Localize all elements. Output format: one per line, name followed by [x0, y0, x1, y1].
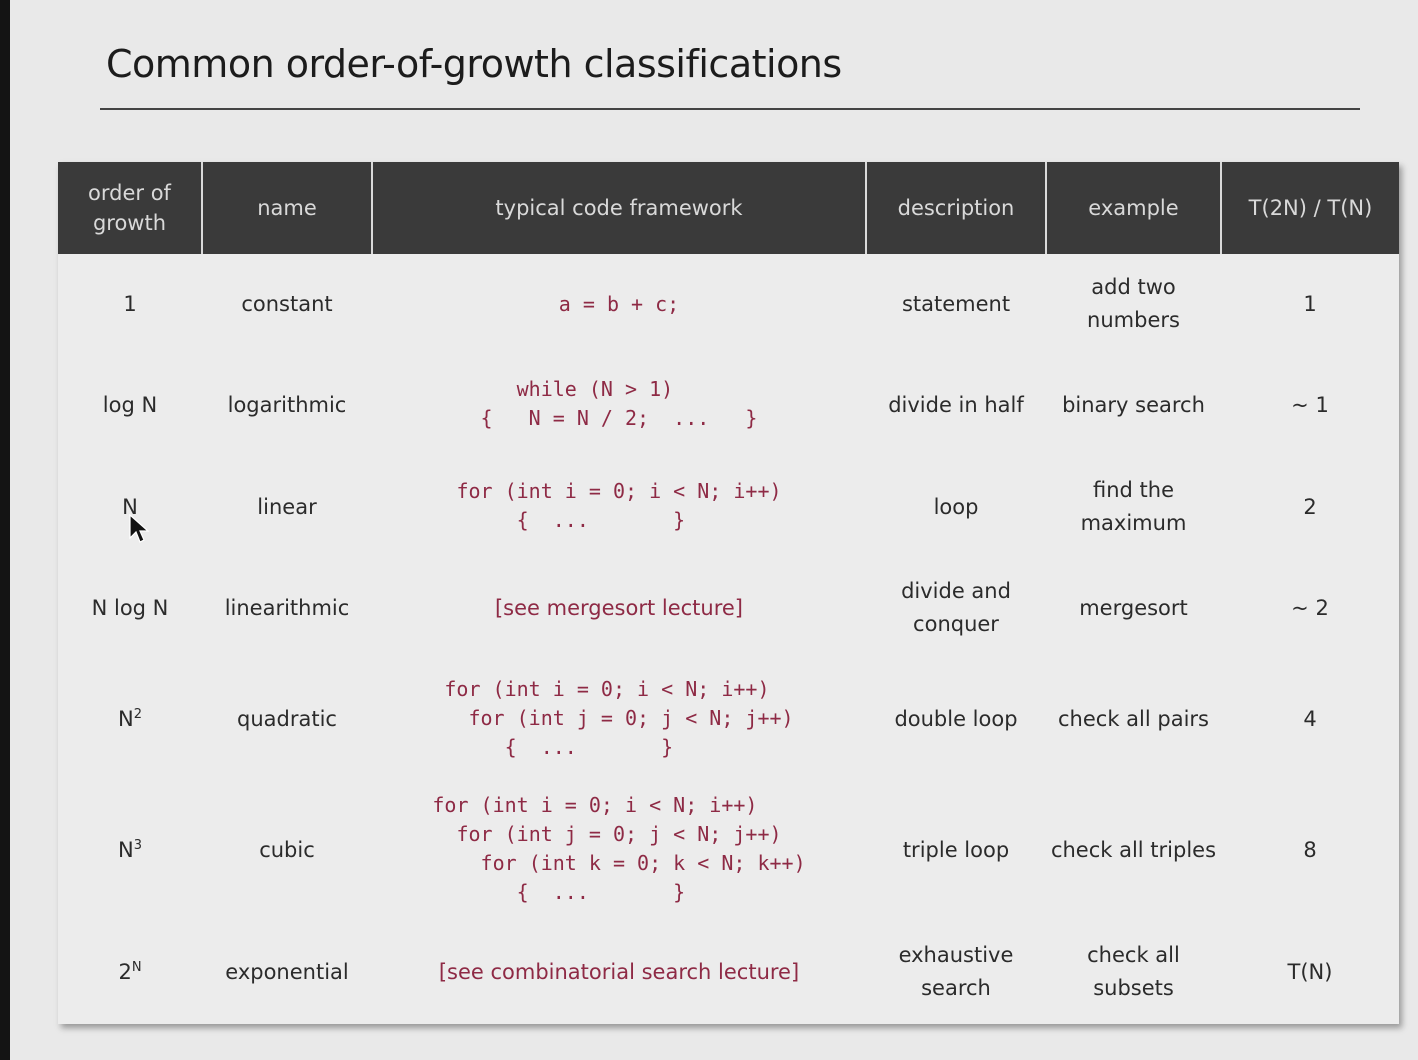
cell-code-framework: while (N > 1) { N = N / 2; ... }	[372, 354, 866, 456]
cell-ratio: 8	[1303, 837, 1317, 862]
cell-name: logarithmic	[227, 392, 347, 417]
cell-ratio: ~ 2	[1291, 595, 1329, 620]
lecture-reference: [see combinatorial search lecture]	[438, 959, 800, 984]
cell-order-of-growth: log N	[58, 354, 202, 456]
cell-example: check all subsets	[1087, 943, 1180, 1000]
order-base: 2	[118, 959, 132, 984]
table-row: 1 constant a = b + c; statement add two numb…	[58, 254, 1399, 354]
cell-code-framework: a = b + c;	[372, 254, 866, 354]
growth-table-container: order of growth name typical code framew…	[58, 162, 1399, 1024]
table-body: 1 constant a = b + c; statement add two numb…	[58, 254, 1399, 1024]
code-snippet: for (int i = 0; i < N; i++) for (int j =…	[444, 676, 794, 759]
cell-example: add two numbers	[1087, 275, 1180, 332]
code-snippet: while (N > 1) { N = N / 2; ... }	[480, 377, 758, 430]
cell-name: exponential	[225, 959, 349, 984]
cell-code-framework: for (int i = 0; i < N; i++) { ... }	[372, 456, 866, 558]
order-base: log N	[102, 392, 158, 417]
cell-example: check all triples	[1050, 837, 1217, 862]
cell-order-of-growth: N2	[58, 658, 202, 780]
lecture-reference: [see mergesort lecture]	[494, 595, 743, 620]
header-name: name	[202, 162, 373, 254]
code-snippet: for (int i = 0; i < N; i++) for (int j =…	[432, 793, 806, 904]
table-row: 2N exponential [see combinatorial search l…	[58, 920, 1399, 1024]
cell-order-of-growth: 1	[58, 254, 202, 354]
cell-name: linearithmic	[224, 595, 350, 620]
growth-table: order of growth name typical code framew…	[58, 162, 1399, 1024]
code-snippet: for (int i = 0; i < N; i++) { ... }	[456, 479, 782, 532]
order-base: 1	[123, 291, 137, 316]
cell-name: constant	[241, 291, 333, 316]
cell-description: loop	[933, 494, 979, 519]
cell-ratio: 2	[1303, 494, 1317, 519]
cell-example: check all pairs	[1058, 706, 1209, 731]
order-base: N log N	[91, 595, 169, 620]
header-code-framework: typical code framework	[372, 162, 867, 254]
cell-code-framework: [see combinatorial search lecture]	[372, 920, 866, 1024]
mouse-pointer-icon	[129, 514, 150, 543]
slide-title: Common order-of-growth classifications	[106, 42, 842, 86]
code-snippet: a = b + c;	[558, 291, 680, 316]
cell-order-of-growth: N3	[58, 780, 202, 920]
cell-example: mergesort	[1079, 595, 1188, 620]
cell-order-of-growth: N log N	[58, 558, 202, 658]
order-base: N	[118, 837, 134, 862]
window-edge	[0, 0, 10, 1060]
table-row: N3 cubic for (int i = 0; i < N; i++) for (…	[58, 780, 1399, 920]
cell-description: divide and conquer	[901, 579, 1011, 636]
order-exponent: N	[131, 959, 142, 975]
cell-ratio: 4	[1303, 706, 1317, 731]
cell-example: binary search	[1062, 392, 1205, 417]
cell-description: divide in half	[888, 392, 1024, 417]
table-row: N2 quadratic for (int i = 0; i < N; i++) f…	[58, 658, 1399, 780]
cell-code-framework: for (int i = 0; i < N; i++) for (int j =…	[372, 780, 866, 920]
cell-code-framework: for (int i = 0; i < N; i++) for (int j =…	[372, 658, 866, 780]
header-ratio: T(2N) / T(N)	[1221, 162, 1399, 254]
cell-description: double loop	[894, 706, 1018, 731]
cell-description: statement	[901, 291, 1011, 316]
table-row: log N logarithmic while (N > 1) { N = N /…	[58, 354, 1399, 456]
cell-name: linear	[257, 494, 317, 519]
cell-ratio: T(N)	[1287, 959, 1333, 984]
cell-description: exhaustive search	[898, 943, 1014, 1000]
table-row: N log N linearithmic [see mergesort lectur…	[58, 558, 1399, 658]
cell-name: quadratic	[237, 706, 337, 731]
header-example: example	[1046, 162, 1222, 254]
header-order-of-growth: order of growth	[58, 162, 203, 254]
header-description: description	[866, 162, 1047, 254]
cell-ratio: ~ 1	[1291, 392, 1329, 417]
cell-description: triple loop	[902, 837, 1010, 862]
table-header-row: order of growth name typical code framew…	[58, 162, 1399, 254]
slide: Common order-of-growth classifications o…	[10, 0, 1418, 1060]
order-exponent: 2	[133, 706, 142, 722]
cell-example: find the maximum	[1080, 478, 1187, 535]
order-base: N	[118, 706, 134, 731]
table-row: Nlinear for (int i = 0; i < N; i++) { ...…	[58, 456, 1399, 558]
order-exponent: 3	[133, 837, 142, 853]
title-divider	[100, 108, 1360, 110]
cell-code-framework: [see mergesort lecture]	[372, 558, 866, 658]
cell-ratio: 1	[1303, 291, 1317, 316]
cell-name: cubic	[259, 837, 315, 862]
cell-order-of-growth: 2N	[58, 920, 202, 1024]
